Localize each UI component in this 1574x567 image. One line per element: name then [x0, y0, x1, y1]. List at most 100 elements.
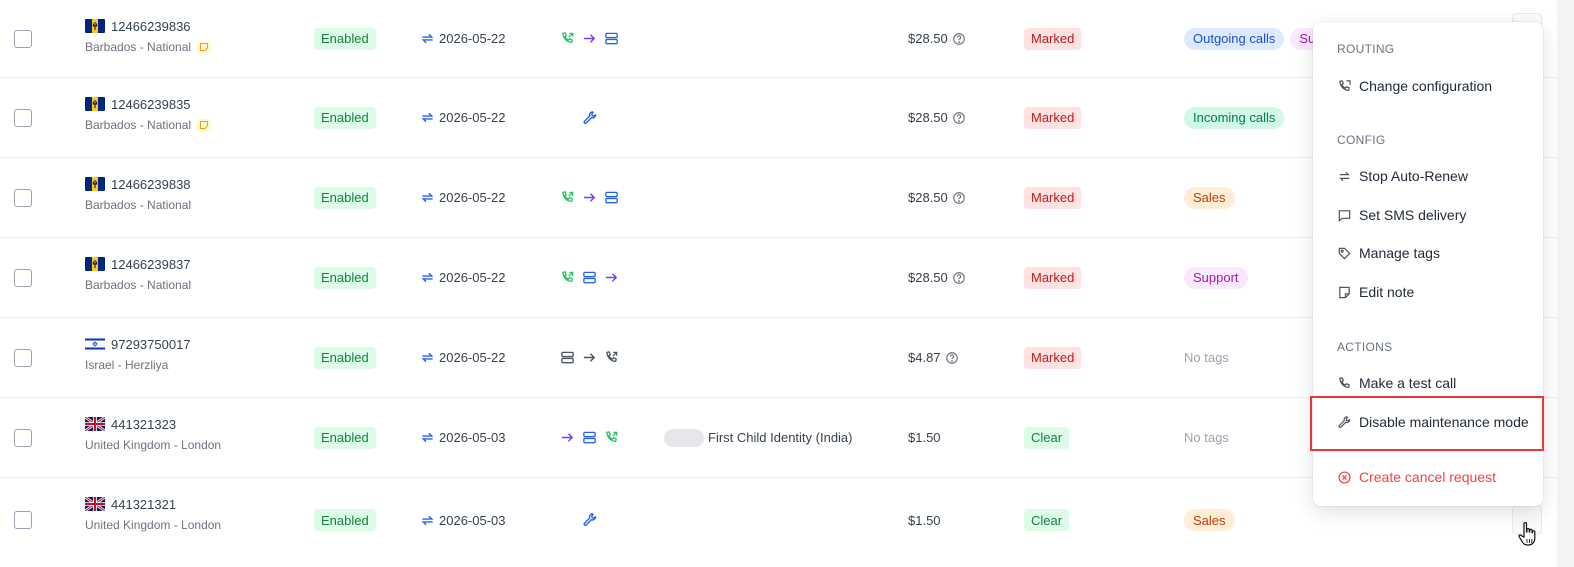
note-icon: [1339, 286, 1350, 298]
phone-number[interactable]: 97293750017: [111, 337, 191, 352]
menu-item-create-cancel-request[interactable]: Create cancel request: [1337, 467, 1496, 487]
status-badge: Enabled: [314, 266, 376, 289]
renew-date: 2026-05-22: [439, 110, 506, 125]
renew-date: 2026-05-03: [439, 512, 506, 528]
tag-chip[interactable]: Sales: [1184, 509, 1235, 531]
help-circle-icon[interactable]: [952, 32, 966, 46]
row-checkbox[interactable]: [14, 29, 32, 48]
renew-cell: 2026-05-03: [420, 398, 506, 477]
menu-item-make-test-call[interactable]: Make a test call: [1337, 373, 1456, 393]
number-cell: 12466239835 Barbados - National: [85, 94, 212, 132]
renew-cell: 2026-05-22: [420, 158, 506, 237]
row-checkbox[interactable]: [14, 348, 32, 367]
price-cell: $28.50: [908, 0, 966, 77]
tags-cell: Support: [1184, 238, 1248, 317]
price-value: $28.50: [908, 31, 948, 46]
tag-chip[interactable]: Incoming calls: [1184, 106, 1285, 129]
price-value: $28.50: [908, 270, 948, 285]
row-checkbox[interactable]: [14, 188, 32, 207]
renew-icon: [1339, 171, 1350, 181]
number-location: Barbados - National: [85, 118, 192, 132]
tag-chip[interactable]: Sales: [1184, 186, 1235, 209]
tags-cell: Outgoing calls Su: [1184, 0, 1325, 77]
tag-chip[interactable]: Support: [1184, 266, 1248, 289]
renew-cell: 2026-05-22: [420, 0, 506, 77]
price-cell: $28.50: [908, 78, 966, 157]
routing-cell[interactable]: [582, 478, 598, 562]
arrow-right-icon: [583, 34, 596, 43]
spam-badge: Marked: [1024, 27, 1082, 50]
row-checkbox[interactable]: [14, 268, 32, 287]
phone-number[interactable]: 12466239835: [111, 97, 191, 112]
price-value: $1.50: [908, 512, 941, 528]
help-circle-icon[interactable]: [952, 271, 966, 285]
auto-renew-icon: [421, 352, 434, 363]
cancel-circle-icon: [1338, 470, 1351, 484]
tag-chip[interactable]: Outgoing calls: [1184, 27, 1285, 50]
help-circle-icon[interactable]: [952, 191, 966, 205]
phone-icon: [562, 32, 574, 43]
phone-edit-icon: [1339, 79, 1351, 91]
phone-icon: [606, 431, 618, 442]
menu-item-set-sms-delivery[interactable]: Set SMS delivery: [1337, 205, 1466, 225]
menu-item-edit-note[interactable]: Edit note: [1337, 282, 1414, 302]
redacted-blob: [664, 428, 704, 447]
hand-cursor-icon: [1518, 522, 1536, 546]
arrow-right-icon: [583, 353, 596, 362]
routing-cell[interactable]: [560, 0, 619, 77]
routing-cell[interactable]: [560, 158, 619, 237]
spam-badge: Clear: [1024, 426, 1070, 449]
routing-cell[interactable]: [560, 318, 619, 397]
number-cell: 12466239836 Barbados - National: [85, 16, 212, 54]
menu-item-change-configuration[interactable]: Change configuration: [1337, 76, 1492, 96]
status-cell: Enabled: [314, 78, 376, 157]
row-checkbox[interactable]: [14, 511, 32, 529]
help-circle-icon[interactable]: [945, 351, 959, 365]
menu-item-stop-auto-renew[interactable]: Stop Auto-Renew: [1337, 166, 1468, 186]
wrench-icon: [583, 110, 597, 124]
menu-item-label: Disable maintenance mode: [1359, 414, 1529, 430]
price-cell: $28.50: [908, 158, 966, 237]
renew-cell: 2026-05-22: [420, 78, 506, 157]
identity-name: First Child Identity (India): [708, 430, 853, 445]
phone-number[interactable]: 12466239837: [111, 257, 191, 272]
wrench-icon: [583, 513, 597, 526]
phone-number[interactable]: 12466239836: [111, 19, 191, 34]
menu-item-label: Create cancel request: [1359, 469, 1496, 485]
tags-cell: No tags: [1184, 398, 1229, 477]
number-cell: 12466239837 Barbados - National: [85, 254, 191, 292]
routing-cell[interactable]: [560, 238, 619, 317]
row-checkbox[interactable]: [14, 108, 32, 127]
number-location: United Kingdom - London: [85, 438, 222, 452]
number-cell: 12466239838 Barbados - National: [85, 174, 191, 212]
phone-icon: [562, 191, 574, 202]
menu-item-label: Manage tags: [1359, 245, 1440, 261]
menu-section-config: CONFIG: [1337, 133, 1386, 147]
routing-cell[interactable]: [582, 78, 598, 157]
phone-number[interactable]: 441321323: [111, 417, 176, 432]
note-icon[interactable]: [197, 119, 212, 131]
routing-cell[interactable]: [560, 398, 619, 477]
renew-cell: 2026-05-03: [420, 478, 506, 562]
spam-badge: Marked: [1024, 186, 1082, 209]
menu-item-manage-tags[interactable]: Manage tags: [1337, 243, 1440, 263]
status-badge: Enabled: [314, 186, 376, 209]
row-checkbox[interactable]: [14, 428, 32, 447]
menu-item-label: Stop Auto-Renew: [1359, 168, 1468, 184]
price-cell: $1.50: [908, 478, 941, 562]
status-badge: Enabled: [314, 346, 376, 369]
menu-item-label: Edit note: [1359, 284, 1415, 300]
server-icon: [583, 431, 596, 444]
note-icon[interactable]: [197, 41, 212, 53]
help-circle-icon[interactable]: [952, 111, 966, 125]
price-cell: $1.50: [908, 398, 941, 477]
status-badge: Enabled: [314, 27, 376, 50]
barbados-flag-icon: [85, 177, 105, 191]
spam-badge: Clear: [1024, 509, 1070, 531]
row-actions-menu: ROUTING Change configuration CONFIG Stop…: [1313, 22, 1543, 506]
menu-item-disable-maintenance-mode[interactable]: Disable maintenance mode: [1337, 412, 1529, 432]
spam-badge: Marked: [1024, 346, 1082, 369]
phone-number[interactable]: 441321321: [111, 497, 176, 512]
phone-number[interactable]: 12466239838: [111, 177, 191, 192]
status-cell: Enabled: [314, 238, 376, 317]
